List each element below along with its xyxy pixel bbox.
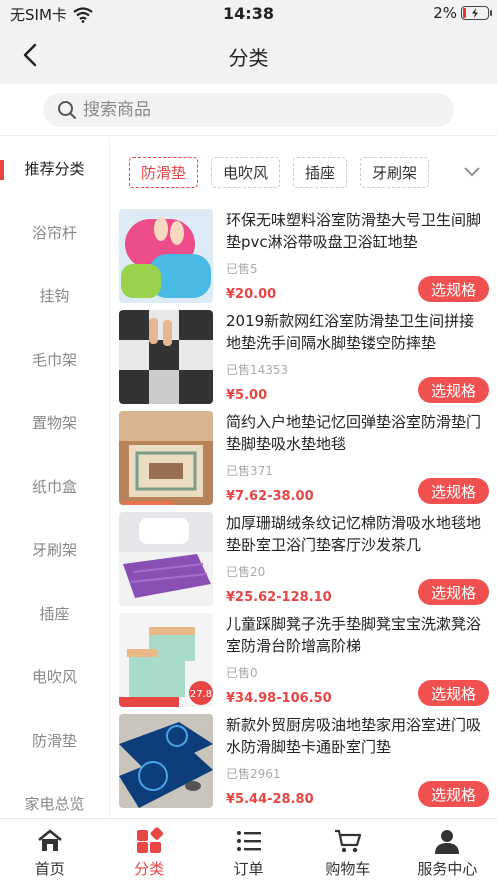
home-icon	[37, 829, 62, 851]
product-sold-count: 已售2961	[226, 767, 281, 781]
product-sold-count: 已售371	[226, 464, 273, 478]
product-image	[119, 411, 213, 505]
product-title: 简约入户地垫记忆回弹垫浴室防滑垫门垫脚垫吸水垫地毯	[226, 413, 482, 453]
tab-service-center[interactable]: 服务中心	[398, 819, 497, 883]
bottom-tab-bar: 首页 分类 订单 购物车 服务中心	[0, 818, 497, 883]
sidebar-item-toothbrush-holder[interactable]: 牙刷架	[0, 518, 109, 582]
product-item[interactable]: 新款外贸厨房吸油地垫家用浴室进门吸水防滑脚垫卡通卧室门垫 已售2961 ¥5.4…	[119, 714, 489, 812]
clock: 14:38	[223, 4, 274, 23]
nav-bar: 分类	[0, 27, 497, 84]
thumb-price-badge: 27.8	[190, 689, 212, 700]
subcategory-tabs: 防滑垫 电吹风 插座 牙刷架	[111, 137, 497, 207]
search-bar	[0, 84, 497, 136]
product-price: ¥34.98-106.50	[226, 691, 332, 706]
sidebar-item-label: 牙刷架	[31, 541, 77, 560]
search-icon	[58, 101, 76, 119]
product-sold-count: 已售14353	[226, 363, 289, 377]
select-spec-button[interactable]: 选规格	[418, 276, 489, 302]
search-box[interactable]	[43, 93, 454, 127]
category-sidebar: 推荐分类 浴帘杆 挂钩 毛巾架 置物架 纸巾盒 牙刷架 插座 电吹风 防滑垫 家…	[0, 137, 110, 818]
sidebar-item-hooks[interactable]: 挂钩	[0, 264, 109, 328]
battery-percent: 2%	[433, 4, 457, 22]
tab-label: 购物车	[325, 860, 371, 878]
tab-hair-dryer[interactable]: 电吹风	[211, 156, 281, 188]
tab-socket[interactable]: 插座	[293, 156, 348, 188]
cart-icon	[334, 829, 362, 853]
product-item[interactable]: 加厚珊瑚绒条纹记忆棉防滑吸水地毯地垫卧室卫浴门垫客厅沙发茶几 已售20 ¥25.…	[119, 512, 489, 610]
product-item[interactable]: 环保无味塑料浴室防滑垫大号卫生间脚垫pvc淋浴带吸盘卫浴缸地垫 已售5 ¥20.…	[119, 209, 489, 307]
product-price: ¥20.00	[226, 287, 277, 302]
sidebar-item-shelf[interactable]: 置物架	[0, 391, 109, 455]
tab-toothbrush-holder[interactable]: 牙刷架	[360, 156, 430, 188]
tab-label: 分类	[134, 860, 165, 878]
status-bar: 无SIM卡 14:38 2%	[0, 0, 497, 27]
product-title: 环保无味塑料浴室防滑垫大号卫生间脚垫pvc淋浴带吸盘卫浴缸地垫	[226, 211, 482, 251]
product-image	[119, 512, 213, 606]
tab-orders[interactable]: 订单	[199, 819, 298, 883]
product-title: 儿童踩脚凳子洗手垫脚凳宝宝洗漱凳浴室防滑台阶增高阶梯	[226, 615, 482, 655]
sidebar-item-label: 挂钩	[39, 287, 70, 306]
select-spec-button[interactable]: 选规格	[418, 781, 489, 807]
category-icon	[137, 827, 164, 853]
product-image	[119, 714, 213, 808]
sidebar-item-tissue-box[interactable]: 纸巾盒	[0, 455, 109, 519]
product-sold-count: 已售0	[226, 666, 258, 680]
sidebar-item-label: 插座	[39, 604, 70, 623]
select-spec-button[interactable]: 选规格	[418, 680, 489, 706]
sidebar-item-shower-rod[interactable]: 浴帘杆	[0, 201, 109, 265]
sidebar-item-label: 毛巾架	[31, 350, 77, 369]
user-icon	[435, 830, 460, 854]
sidebar-item-anti-slip-mat[interactable]: 防滑垫	[0, 709, 109, 773]
sidebar-item-recommended[interactable]: 推荐分类	[0, 137, 109, 201]
sidebar-item-label: 置物架	[31, 414, 77, 433]
search-input[interactable]	[83, 100, 383, 120]
sidebar-item-label: 防滑垫	[31, 731, 77, 750]
tab-category[interactable]: 分类	[99, 819, 198, 883]
tab-cart[interactable]: 购物车	[298, 819, 397, 883]
product-item[interactable]: 2019新款网红浴室防滑垫卫生间拼接地垫洗手间隔水脚垫镂空防摔垫 已售14353…	[119, 310, 489, 408]
battery-icon	[461, 6, 492, 20]
product-price: ¥7.62-38.00	[226, 489, 314, 504]
tab-anti-slip-mat[interactable]: 防滑垫	[129, 156, 199, 188]
product-price: ¥5.00	[226, 388, 268, 403]
sidebar-item-label: 电吹风	[31, 668, 77, 687]
tab-home[interactable]: 首页	[0, 819, 99, 883]
product-image: 27.8	[119, 613, 213, 707]
product-item[interactable]: 27.8 儿童踩脚凳子洗手垫脚凳宝宝洗漱凳浴室防滑台阶增高阶梯 已售0 ¥34.…	[119, 613, 489, 711]
sidebar-item-hair-dryer[interactable]: 电吹风	[0, 645, 109, 709]
sidebar-item-towel-rack[interactable]: 毛巾架	[0, 328, 109, 392]
product-panel: 防滑垫 电吹风 插座 牙刷架 环保无味塑料浴室防滑垫大号卫生间脚垫pvc淋浴带吸…	[111, 137, 497, 818]
product-item[interactable]: 简约入户地垫记忆回弹垫浴室防滑垫门垫脚垫吸水垫地毯 已售371 ¥7.62-38…	[119, 411, 489, 509]
page-title: 分类	[228, 46, 269, 70]
product-sold-count: 已售5	[226, 262, 258, 276]
tab-label: 首页	[34, 860, 65, 878]
select-spec-button[interactable]: 选规格	[418, 579, 489, 605]
sidebar-item-socket[interactable]: 插座	[0, 582, 109, 646]
sidebar-item-label: 家电总览	[24, 795, 85, 814]
list-icon	[236, 831, 261, 851]
sidebar-item-label: 纸巾盒	[31, 477, 77, 496]
tab-label: 订单	[233, 860, 264, 878]
product-title: 2019新款网红浴室防滑垫卫生间拼接地垫洗手间隔水脚垫镂空防摔垫	[226, 312, 475, 352]
product-price: ¥5.44-28.80	[226, 792, 314, 807]
sidebar-item-label: 浴帘杆	[31, 223, 77, 242]
product-sold-count: 已售20	[226, 565, 266, 579]
product-title: 加厚珊瑚绒条纹记忆棉防滑吸水地毯地垫卧室卫浴门垫客厅沙发茶几	[226, 514, 482, 554]
product-image	[119, 310, 213, 404]
chevron-down-icon[interactable]	[463, 165, 481, 177]
tab-label: 服务中心	[417, 860, 478, 878]
sidebar-item-label: 推荐分类	[24, 160, 85, 179]
select-spec-button[interactable]: 选规格	[418, 377, 489, 403]
product-image	[119, 209, 213, 303]
product-price: ¥25.62-128.10	[226, 590, 332, 605]
select-spec-button[interactable]: 选规格	[418, 478, 489, 504]
sidebar-item-appliances[interactable]: 家电总览	[0, 772, 109, 818]
product-title: 新款外贸厨房吸油地垫家用浴室进门吸水防滑脚垫卡通卧室门垫	[226, 716, 482, 756]
